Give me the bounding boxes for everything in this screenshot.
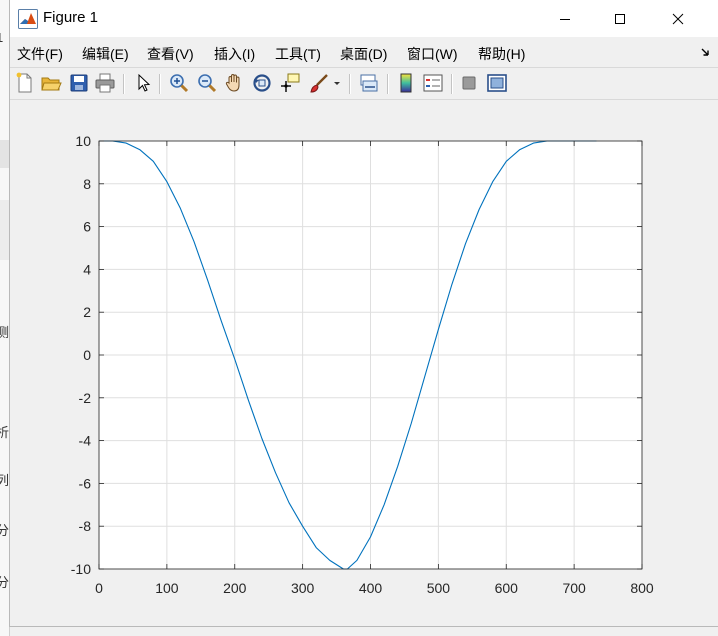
toolbar-separator [451,74,453,94]
figure-canvas: 0 100 200 300 400 500 600 700 800 -10 -8 -6 -4 -2 0 2 4 6… [10,100,718,626]
y-tick-label: 6 [83,219,91,235]
x-tick-label: 100 [155,580,179,596]
background-band [0,200,10,260]
menu-insert[interactable]: 插入(I) [214,44,255,64]
background-text-fragment: 析 [0,425,10,440]
show-plot-tools-icon[interactable] [486,72,508,94]
new-figure-icon[interactable] [14,72,36,94]
minimize-icon [560,18,570,20]
x-tick-label: 500 [427,580,451,596]
maximize-icon [615,13,625,24]
y-tick-label: -2 [79,390,92,406]
background-band [0,140,10,168]
menu-desktop[interactable]: 桌面(D) [340,44,387,64]
toolbar-separator [387,74,389,94]
matlab-logo-icon [18,9,38,29]
pointer-arrow-icon[interactable] [132,72,154,94]
data-cursor-icon[interactable] [279,72,301,94]
x-tick-label: 700 [562,580,586,596]
rotate-3d-icon[interactable] [251,72,273,94]
background-window-edge: 1 测 析 列 分 分 [0,0,10,636]
background-text-fragment: 分 [0,523,10,538]
save-icon[interactable] [68,72,90,94]
menu-help[interactable]: 帮助(H) [478,44,525,64]
toolbar-separator [349,74,351,94]
y-tick-label: -4 [79,433,92,449]
zoom-out-icon[interactable] [196,72,218,94]
maximize-button[interactable] [597,0,643,37]
line-plot[interactable]: 0 100 200 300 400 500 600 700 800 -10 -8 -6 -4 -2 0 2 4 6… [10,100,718,626]
y-tick-label: 8 [83,176,91,192]
x-tick-label: 0 [95,580,103,596]
menu-view[interactable]: 查看(V) [147,44,194,64]
y-tick-label: 2 [83,304,91,320]
menu-bar: 文件(F) 编辑(E) 查看(V) 插入(I) 工具(T) 桌面(D) 窗口(W… [10,37,718,67]
x-tick-label: 200 [223,580,247,596]
close-icon [672,13,684,24]
x-tick-label: 400 [359,580,383,596]
x-tick-label: 600 [495,580,519,596]
hide-plot-tools-icon[interactable] [458,72,480,94]
print-icon[interactable] [94,72,116,94]
colorbar-icon[interactable] [395,72,417,94]
window-title: Figure 1 [43,9,99,26]
figure-window: Figure 1 文件(F) 编辑(E) 查看(V) 插入(I) 工具(T) 桌… [10,0,718,626]
y-tick-label: -10 [71,561,91,577]
brush-dropdown-icon[interactable] [331,72,343,94]
link-plot-icon[interactable] [358,72,380,94]
brush-icon[interactable] [308,72,330,94]
background-text-fragment: 列 [0,473,10,488]
menu-tools[interactable]: 工具(T) [275,44,321,64]
y-tick-label: -8 [79,518,92,534]
legend-icon[interactable] [422,72,444,94]
title-bar[interactable]: Figure 1 [10,0,718,37]
menu-window[interactable]: 窗口(W) [407,44,458,64]
background-text-fragment: 测 [0,325,10,340]
y-tick-label: 0 [83,347,91,363]
pan-hand-icon[interactable] [223,72,245,94]
background-text-fragment: 分 [0,575,10,590]
figure-toolbar [10,67,718,100]
x-tick-label: 800 [630,580,654,596]
zoom-in-icon[interactable] [168,72,190,94]
toolbar-separator [159,74,161,94]
menu-file[interactable]: 文件(F) [17,44,63,64]
close-button[interactable] [655,0,701,37]
open-folder-icon[interactable] [40,72,62,94]
y-tick-label: 4 [83,261,91,277]
menu-edit[interactable]: 编辑(E) [82,44,129,64]
toolbar-separator [123,74,125,94]
y-tick-label: 10 [75,133,91,149]
x-tick-label: 300 [291,580,315,596]
minimize-button[interactable] [542,0,588,37]
dock-arrow-icon[interactable] [700,46,712,58]
y-tick-label: -6 [79,475,92,491]
background-text-fragment: 1 [0,30,10,45]
